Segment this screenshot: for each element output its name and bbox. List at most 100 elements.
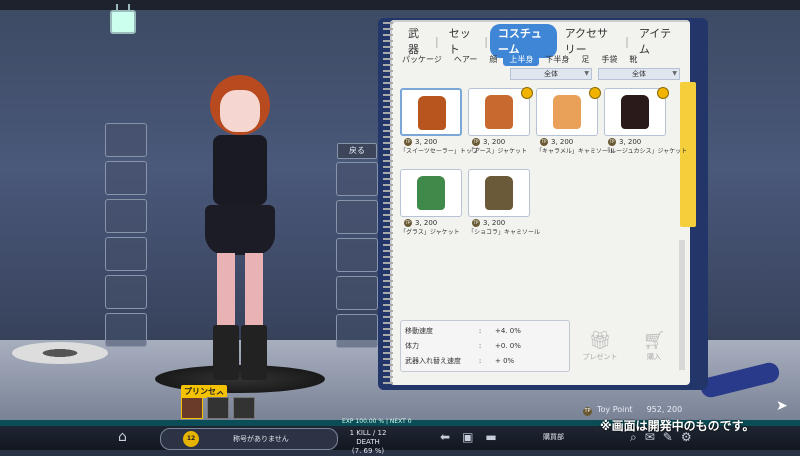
character-top: [213, 135, 267, 205]
chevron-down-icon: ▼: [584, 70, 589, 77]
item-name: 「キャラメル」キャミソール: [536, 148, 614, 155]
tab-separator: |: [434, 34, 439, 48]
level-badge: 12: [183, 431, 199, 447]
scrollbar[interactable]: [679, 240, 685, 370]
subtab-face[interactable]: 顔: [483, 53, 503, 66]
filter-dropdown[interactable]: 全体 ▼: [598, 68, 680, 80]
toy-point-display: TP Toy Point 952, 200: [583, 405, 682, 416]
equip-slot[interactable]: [336, 200, 378, 234]
cursor-icon: ➤: [776, 398, 788, 414]
category-tabs: 武器 | セット | コスチューム アクセサリー | アイテム: [400, 24, 680, 58]
equip-slot[interactable]: [336, 314, 378, 348]
filter-value: 全体: [544, 70, 558, 78]
tp-coin-icon: TP: [404, 138, 412, 146]
item-thumbnail[interactable]: [604, 87, 669, 136]
character-portrait[interactable]: [181, 397, 203, 419]
subtab-gloves[interactable]: 手袋: [595, 53, 623, 66]
kd-line: 1 KILL / 12 DEATH: [349, 429, 387, 446]
tp-coin-icon: TP: [540, 138, 548, 146]
calendar-icon[interactable]: ▣: [462, 430, 473, 444]
lock-icon: [521, 87, 533, 99]
filter-row: 全体 ▼ 全体 ▼: [510, 68, 680, 80]
item-price: TP 3, 200: [468, 138, 530, 146]
stat-value: + 0%: [495, 356, 515, 365]
equip-slot[interactable]: [105, 123, 147, 157]
costume-item[interactable]: TP 3, 200 「ルージュカシス」ジャケット: [604, 87, 688, 163]
stat-row: 移動速度 : +4. 0%: [405, 323, 565, 338]
item-price: TP 3, 200: [400, 219, 462, 227]
item-thumbnail[interactable]: [400, 88, 462, 136]
subtab-upper-body[interactable]: 上半身: [503, 53, 540, 66]
item-name: 「グラス」ジャケット: [400, 229, 460, 236]
item-price-value: 3, 200: [483, 138, 506, 146]
stat-colon: :: [478, 341, 482, 350]
present-label: プレゼント: [582, 353, 618, 361]
exp-text: EXP 100.00 % | NEXT 0: [342, 418, 412, 425]
folder-icon[interactable]: ▬: [485, 430, 496, 444]
home-icon[interactable]: ⌂: [118, 429, 127, 445]
tp-coin-icon: TP: [583, 407, 592, 416]
equip-slot[interactable]: [105, 275, 147, 309]
tv-icon[interactable]: [110, 10, 136, 34]
tp-coin-icon: TP: [608, 138, 616, 146]
costume-item[interactable]: TP 3, 200 「アース」ジャケット: [468, 87, 533, 163]
right-equipment-slots: [336, 162, 378, 352]
character-boot: [241, 325, 267, 380]
subtab-shoes[interactable]: 靴: [623, 53, 643, 66]
item-price-value: 3, 200: [415, 138, 438, 146]
item-thumbnail[interactable]: [468, 169, 530, 217]
equip-slot[interactable]: [336, 238, 378, 272]
equip-slot[interactable]: [336, 276, 378, 310]
item-thumbnail[interactable]: [468, 87, 533, 136]
stat-value: +0. 0%: [495, 341, 521, 350]
lock-icon: [589, 87, 601, 99]
item-grid: TP 3, 200 「スイーツセーラー」トップ TP 3, 200 「アース」ジャケット T…: [400, 87, 688, 244]
gift-icon: 🎁︎: [588, 330, 612, 351]
filter-dropdown[interactable]: 全体 ▼: [510, 68, 592, 80]
subtab-feet[interactable]: 足: [575, 53, 595, 66]
character-face: [220, 90, 260, 132]
tp-coin-icon: TP: [472, 219, 480, 227]
subtab-package[interactable]: パッケージ: [396, 53, 448, 66]
equip-slot[interactable]: [105, 313, 147, 347]
item-thumbnail[interactable]: [400, 169, 462, 217]
subtab-hair[interactable]: ヘアー: [448, 53, 484, 66]
player-nameplate[interactable]: 12 称号がありません: [160, 428, 338, 450]
costume-item[interactable]: TP 3, 200 「スイーツセーラー」トップ: [400, 88, 478, 163]
jacket-icon: [485, 95, 513, 129]
buy-button[interactable]: 🛒︎ 購入: [634, 330, 674, 362]
character-portrait[interactable]: [207, 397, 229, 419]
stat-label: 移動速度: [405, 326, 433, 335]
costume-item[interactable]: TP 3, 200 「グラス」ジャケット: [400, 169, 462, 244]
present-button[interactable]: 🎁︎ プレゼント: [580, 330, 620, 362]
filter-value: 全体: [632, 70, 646, 78]
item-thumbnail[interactable]: [536, 87, 601, 136]
back-button[interactable]: 戻る: [337, 143, 377, 159]
jacket-icon: [418, 96, 446, 130]
item-name: 「ルージュカシス」ジャケット: [604, 148, 688, 155]
costume-item[interactable]: TP 3, 200 「ショコラ」キャミソール: [468, 169, 540, 244]
character-portrait[interactable]: [233, 397, 255, 419]
toy-point-value: 952, 200: [646, 405, 683, 414]
bottom-icons: ⬅ ▣ ▬: [440, 430, 497, 444]
back-arrow-icon[interactable]: ⬅: [440, 430, 450, 444]
subtab-lower-body[interactable]: 下半身: [539, 53, 575, 66]
club-name[interactable]: 購買部: [543, 432, 564, 442]
speaker-icon[interactable]: ◀: [216, 384, 223, 394]
cart-icon: 🛒︎: [642, 330, 666, 351]
tab-separator: |: [625, 34, 629, 48]
stat-value: +4. 0%: [495, 326, 521, 335]
left-equipment-slots: [105, 123, 147, 351]
costume-item[interactable]: TP 3, 200 「キャラメル」キャミソール: [536, 87, 614, 163]
character-skirt: [205, 205, 275, 255]
equip-slot[interactable]: [105, 161, 147, 195]
stat-label: 体力: [405, 341, 419, 350]
tp-coin-icon: TP: [472, 138, 480, 146]
item-name: 「スイーツセーラー」トップ: [400, 148, 478, 155]
equip-slot[interactable]: [105, 237, 147, 271]
tape-roll: [12, 342, 108, 364]
kill-death-stats: 1 KILL / 12 DEATH (7. 69 %): [338, 429, 398, 456]
equip-slot[interactable]: [336, 162, 378, 196]
character-model[interactable]: [195, 75, 285, 380]
equip-slot[interactable]: [105, 199, 147, 233]
